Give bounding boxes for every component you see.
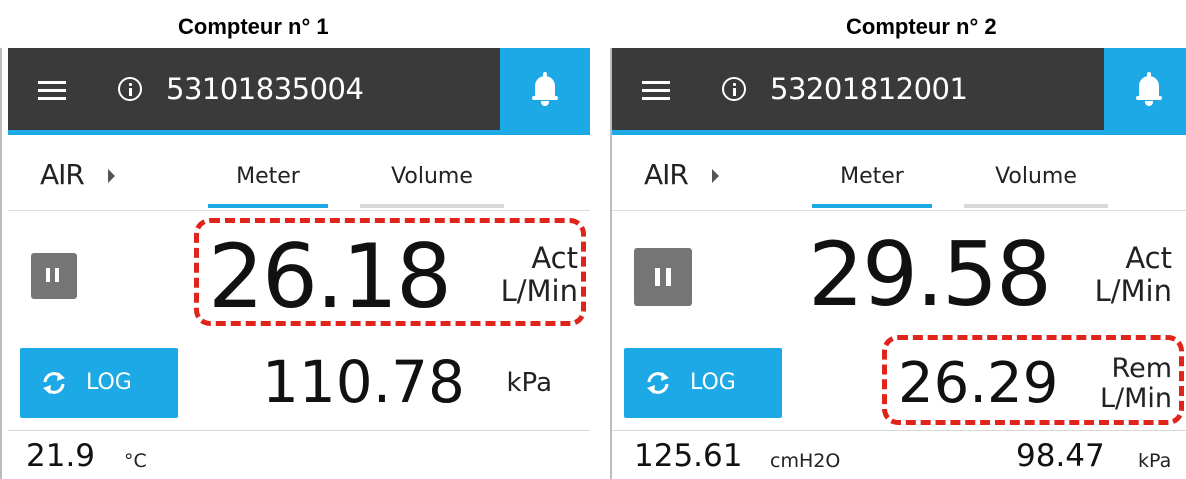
temperature-unit: °C [124,450,147,472]
top-bar-accent [8,130,590,135]
pause-icon-bar [666,268,671,286]
info-icon[interactable] [118,77,142,101]
tab-meter[interactable]: Meter [812,164,932,189]
tab-volume[interactable]: Volume [964,164,1108,189]
top-bar: 53101835004 [8,48,590,135]
tab-bar: AIR Meter Volume [8,140,590,211]
alarm-button[interactable] [1104,48,1186,135]
sync-icon [647,372,669,394]
divider [612,430,1186,431]
pause-icon [46,268,50,282]
pause-button[interactable] [31,253,77,299]
chevron-right-icon[interactable] [712,169,719,183]
log-button[interactable]: LOG [20,348,178,418]
flow-unit: L/Min [1094,274,1172,308]
pressure-kpa-value: 98.47 [1016,438,1105,474]
pressure-cmh2o-unit: cmH2O [770,450,841,472]
tab-meter[interactable]: Meter [208,164,328,189]
flow-value: 29.58 [808,223,1052,326]
log-label: LOG [690,370,736,395]
sync-icon [43,372,65,394]
serial-number: 53201812001 [770,72,968,106]
alarm-button[interactable] [500,48,590,135]
tab-volume-indicator [360,204,504,208]
highlight-box [882,335,1184,425]
tab-volume-indicator [964,204,1108,208]
serial-number: 53101835004 [166,72,364,106]
info-icon[interactable] [722,77,746,101]
tab-volume[interactable]: Volume [360,164,504,189]
top-bar: 53201812001 [612,48,1186,135]
pause-icon [655,268,660,286]
pressure-kpa-unit: kPa [1138,450,1172,472]
pause-button[interactable] [634,248,692,306]
device-border-left [0,48,2,479]
tab-bar: AIR Meter Volume [612,140,1186,211]
hamburger-icon[interactable] [38,81,68,101]
flow-unit-type: Act [1125,241,1172,275]
meter-1-caption: Compteur n° 1 [178,14,329,39]
fluid-selector[interactable]: AIR [644,158,689,191]
tab-meter-indicator [208,204,328,208]
fluid-selector[interactable]: AIR [40,158,85,191]
pause-icon-bar [55,268,59,282]
meter-1-screen: 53101835004 AIR Meter Volume 26.18 Act L… [8,48,590,479]
divider [8,430,590,431]
chevron-right-icon[interactable] [108,169,115,183]
log-label: LOG [86,370,132,395]
temperature-value: 21.9 [26,438,96,474]
top-bar-accent [612,130,1186,135]
bell-icon [532,72,558,108]
tab-meter-indicator [812,204,932,208]
log-button[interactable]: LOG [624,348,782,418]
pressure-cmh2o-value: 125.61 [634,438,743,474]
bell-icon [1136,72,1162,108]
highlight-box [194,218,586,326]
pressure-unit: kPa [506,368,553,398]
pressure-value: 110.78 [262,348,465,416]
meter-2-caption: Compteur n° 2 [846,14,997,39]
hamburger-icon[interactable] [642,81,672,101]
meter-2-screen: 53201812001 AIR Meter Volume 29.58 Act L… [612,48,1186,479]
